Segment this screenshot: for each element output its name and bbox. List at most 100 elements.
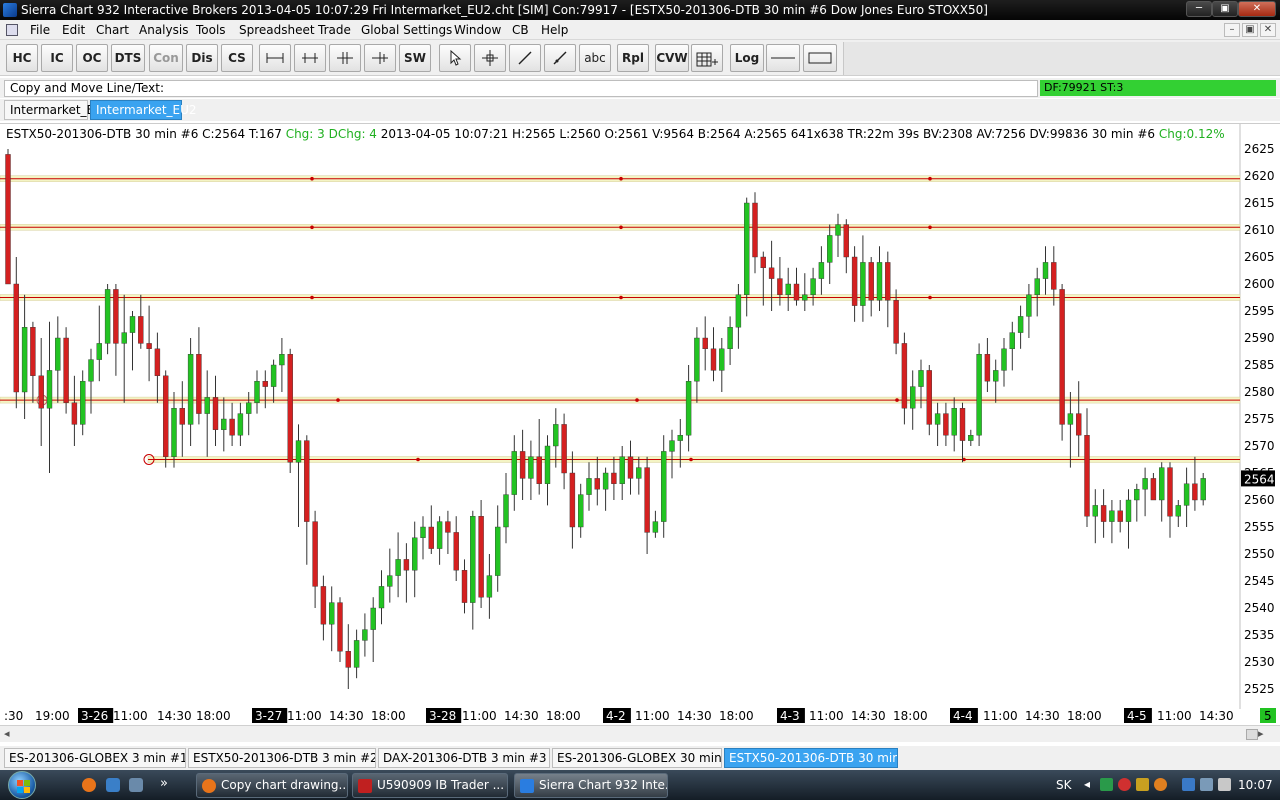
rpl-button[interactable]: Rpl (617, 44, 649, 72)
split-left-icon[interactable] (329, 44, 361, 72)
mdi-close-button[interactable]: ✕ (1260, 23, 1276, 37)
candle-down (561, 424, 567, 474)
quicklaunch-overflow[interactable]: » (160, 776, 168, 791)
price-axis-label: 2535 (1244, 628, 1275, 642)
time-axis-label: 14:30 (329, 709, 364, 723)
tab-intermarket-eu2[interactable]: Intermarket_EU2 (90, 100, 197, 120)
outlook-icon[interactable] (106, 778, 120, 792)
line-tool-icon[interactable] (509, 44, 541, 72)
tab-es-3min[interactable]: ES-201306-GLOBEX 3 min #1 L:1 (4, 748, 186, 768)
menu-file[interactable]: File (30, 20, 50, 40)
candle-up (528, 456, 534, 479)
candle-up (88, 359, 94, 382)
tray-expand-arrow-icon[interactable]: ◂ (1084, 777, 1090, 791)
start-button[interactable] (8, 771, 36, 799)
candle-up (544, 445, 551, 484)
minimize-button[interactable]: ─ (1186, 1, 1212, 17)
candle-down (196, 353, 202, 414)
hc-button[interactable]: HC (6, 44, 38, 72)
scale-compress-icon[interactable] (294, 44, 326, 72)
hline-thin-icon[interactable] (766, 44, 800, 72)
split-right-icon[interactable] (364, 44, 396, 72)
menu-cb[interactable]: CB (512, 20, 529, 40)
menu-global-settings[interactable]: Global Settings (361, 20, 452, 40)
price-chart[interactable]: 2625 2620 2615 2610 2605 2600 2595 2590 2585 2580… (0, 124, 1280, 726)
show-desktop-icon[interactable] (129, 778, 143, 792)
candle-down (1059, 289, 1065, 425)
sw-button[interactable]: SW (399, 44, 431, 72)
menu-analysis[interactable]: Analysis (139, 20, 188, 40)
candle-up (1175, 505, 1182, 517)
task-sierra-chart[interactable]: Sierra Chart 932 Inte... (514, 773, 668, 798)
candle-down (5, 154, 11, 285)
header-change-percent: Chg:0.12% (1158, 127, 1225, 141)
toolbar: HC IC OC DTS Con Dis CS SW abc Rpl CVW L… (0, 40, 1280, 76)
app-icon (3, 3, 17, 17)
tab-es-30min[interactable]: ES-201306-GLOBEX 30 min #4 (552, 748, 722, 768)
tray-security-icon[interactable] (1136, 778, 1149, 791)
candle-down (453, 532, 459, 571)
time-axis-label: 14:30 (1025, 709, 1060, 723)
close-button[interactable]: ✕ (1238, 1, 1276, 17)
tray-updates-icon[interactable] (1154, 778, 1167, 791)
language-indicator[interactable]: SK (1056, 778, 1072, 792)
price-axis-label: 2550 (1244, 547, 1275, 561)
menu-tools[interactable]: Tools (196, 20, 226, 40)
text-tool-button[interactable]: abc (579, 44, 611, 72)
candle-down (30, 326, 36, 376)
scale-width-icon[interactable] (259, 44, 291, 72)
candle-down (13, 283, 20, 393)
menu-chart[interactable]: Chart (96, 20, 129, 40)
oc-button[interactable]: OC (76, 44, 108, 72)
mdi-minimize-button[interactable]: – (1224, 23, 1240, 37)
menu-window[interactable]: Window (454, 20, 501, 40)
grid-add-icon[interactable] (691, 44, 723, 72)
menu-help[interactable]: Help (541, 20, 568, 40)
con-button[interactable]: Con (149, 44, 183, 72)
candle-down (320, 586, 327, 625)
rectangle-tool-icon[interactable] (803, 44, 837, 72)
tray-download-icon[interactable] (1100, 778, 1113, 791)
ray-tool-icon[interactable] (544, 44, 576, 72)
tray-monitor-icon[interactable] (1200, 778, 1213, 791)
log-button[interactable]: Log (730, 44, 764, 72)
candle-down (536, 456, 542, 484)
crosshair-icon[interactable] (474, 44, 506, 72)
horizontal-scrollbar[interactable]: ◂ ▸ (0, 725, 1280, 742)
task-ib-trader[interactable]: U590909 IB Trader ... (352, 773, 508, 798)
scroll-thumb[interactable] (1246, 729, 1258, 740)
candle-up (104, 289, 111, 344)
scroll-right-arrow-icon[interactable]: ▸ (1258, 727, 1264, 740)
tab-dax-3min[interactable]: DAX-201306-DTB 3 min #3 L:1 (378, 748, 550, 768)
menu-trade[interactable]: Trade (318, 20, 351, 40)
tab-estx50-30min[interactable]: ESTX50-201306-DTB 30 min #6 (724, 748, 898, 768)
tab-intermarket-eu[interactable]: Intermarket_EU (4, 100, 103, 120)
tab-estx50-3min[interactable]: ESTX50-201306-DTB 3 min #2 L:1 (188, 748, 376, 768)
pointer-icon[interactable] (439, 44, 471, 72)
candle-up (370, 607, 376, 630)
task-copy-chart[interactable]: Copy chart drawing... (196, 773, 348, 798)
mdi-restore-button[interactable]: ▣ (1242, 23, 1258, 37)
chart-area[interactable]: 2625 2620 2615 2610 2605 2600 2595 2590 2585 2580… (0, 123, 1280, 725)
dts-button[interactable]: DTS (111, 44, 145, 72)
document-icon[interactable] (6, 24, 18, 36)
price-axis-label: 2570 (1244, 439, 1275, 453)
candle-up (719, 348, 725, 371)
cvw-button[interactable]: CVW (655, 44, 689, 72)
candle-down (611, 472, 617, 485)
cs-button[interactable]: CS (221, 44, 253, 72)
maximize-button[interactable]: ▣ (1212, 1, 1238, 17)
candle-down (594, 478, 600, 490)
tray-stop-icon[interactable] (1118, 778, 1131, 791)
candle-up (602, 472, 609, 490)
scroll-left-arrow-icon[interactable]: ◂ (4, 727, 10, 740)
firefox-icon[interactable] (82, 778, 96, 792)
menu-edit[interactable]: Edit (62, 20, 85, 40)
ic-button[interactable]: IC (41, 44, 73, 72)
menu-spreadsheet[interactable]: Spreadsheet (239, 20, 315, 40)
tray-volume-icon[interactable] (1218, 778, 1231, 791)
tray-network-icon[interactable] (1182, 778, 1195, 791)
candle-up (934, 413, 941, 425)
candle-up (378, 586, 385, 609)
dis-button[interactable]: Dis (186, 44, 218, 72)
